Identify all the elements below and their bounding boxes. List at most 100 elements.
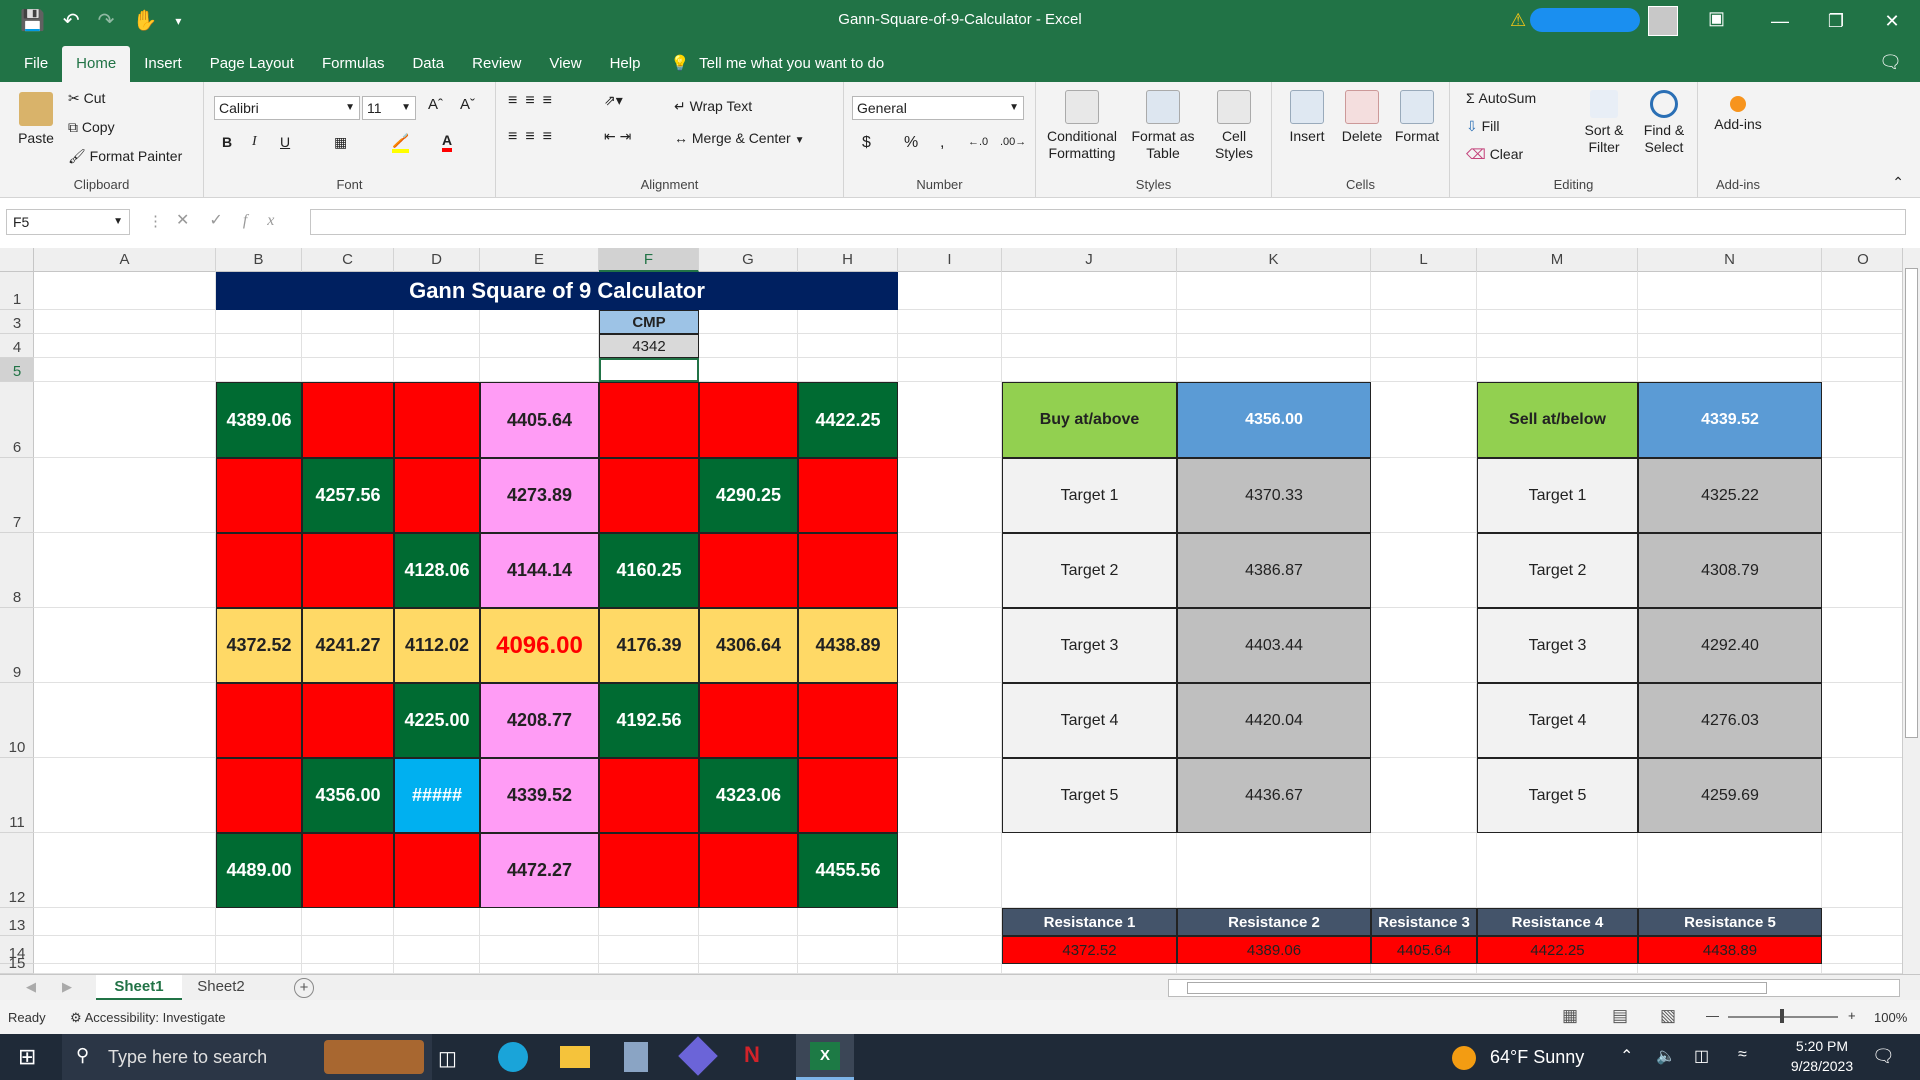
buy-target-label[interactable]: Target 4	[1002, 683, 1177, 758]
name-box[interactable]: F5 ▼	[6, 209, 130, 235]
restore-button[interactable]: ❐	[1808, 0, 1864, 42]
buy-target-label[interactable]: Target 2	[1002, 533, 1177, 608]
page-layout-view-icon[interactable]: ▤	[1612, 1006, 1628, 1026]
buy-value[interactable]: 4356.00	[1177, 382, 1371, 458]
tab-review[interactable]: Review	[458, 46, 535, 82]
gann-cell[interactable]: 4290.25	[699, 458, 798, 533]
file-explorer-icon[interactable]	[560, 1046, 590, 1068]
gann-cell[interactable]: 4306.64	[699, 608, 798, 683]
minimize-button[interactable]: —	[1752, 0, 1808, 42]
cell-styles-button[interactable]: Cell Styles	[1206, 90, 1262, 162]
comma-icon[interactable]: ,	[940, 134, 944, 152]
scrollbar-thumb[interactable]	[1187, 982, 1767, 994]
format-cells-button[interactable]: Format	[1390, 90, 1444, 144]
addins-button[interactable]: Add-ins	[1708, 96, 1768, 132]
horizontal-scrollbar[interactable]	[1168, 979, 1900, 997]
gann-cell[interactable]	[599, 458, 699, 533]
tab-data[interactable]: Data	[398, 46, 458, 82]
notifications-icon[interactable]: 🗨	[1872, 1046, 1895, 1067]
row-header-1[interactable]: 1	[0, 272, 34, 310]
resistance-value[interactable]: 4389.06	[1177, 936, 1371, 964]
warning-icon[interactable]: ⚠	[1510, 10, 1526, 31]
buy-target-value[interactable]: 4420.04	[1177, 683, 1371, 758]
gann-cell[interactable]: 4422.25	[798, 382, 898, 458]
orientation-icon[interactable]: ⇗▾	[604, 92, 623, 109]
gann-cell[interactable]	[798, 458, 898, 533]
tab-help[interactable]: Help	[596, 46, 655, 82]
sell-target-label[interactable]: Target 1	[1477, 458, 1638, 533]
gann-cell[interactable]	[699, 382, 798, 458]
gann-cell[interactable]: 4176.39	[599, 608, 699, 683]
tell-me-box[interactable]: 💡 Tell me what you want to do	[654, 46, 884, 82]
buy-target-value[interactable]: 4436.67	[1177, 758, 1371, 833]
zoom-in-icon[interactable]: +	[1848, 1008, 1856, 1023]
clear-button[interactable]: ⌫ Clear	[1466, 146, 1523, 163]
delete-cells-button[interactable]: Delete	[1336, 90, 1388, 144]
autosum-button[interactable]: Σ AutoSum	[1466, 90, 1536, 106]
windows-start-icon[interactable]: ⊞	[18, 1044, 36, 1070]
column-header-h[interactable]: H	[798, 248, 898, 272]
font-name-select[interactable]: Calibri ▼	[214, 96, 360, 120]
row-header-7[interactable]: 7	[0, 458, 34, 533]
column-header-b[interactable]: B	[216, 248, 302, 272]
column-header-d[interactable]: D	[394, 248, 480, 272]
gann-cell[interactable]: 4405.64	[480, 382, 599, 458]
column-header-c[interactable]: C	[302, 248, 394, 272]
buy-target-label[interactable]: Target 3	[1002, 608, 1177, 683]
gann-cell[interactable]: 4273.89	[480, 458, 599, 533]
row-header-15[interactable]: 15	[0, 955, 34, 974]
gann-cell[interactable]: 4339.52	[480, 758, 599, 833]
indent-icons[interactable]: ⇤ ⇥	[604, 128, 631, 145]
tab-formulas[interactable]: Formulas	[308, 46, 399, 82]
row-header-6[interactable]: 6	[0, 382, 34, 458]
cancel-icon[interactable]: ✕	[176, 212, 209, 229]
increase-decimal-icon[interactable]: ←.0	[968, 136, 988, 148]
buy-target-label[interactable]: Target 5	[1002, 758, 1177, 833]
fill-button[interactable]: ⇩ Fill	[1466, 118, 1500, 135]
gann-cell[interactable]	[599, 833, 699, 908]
font-size-select[interactable]: 11 ▼	[362, 96, 416, 120]
gann-cell[interactable]: #####	[394, 758, 480, 833]
gann-cell[interactable]	[302, 533, 394, 608]
row-header-13[interactable]: 13	[0, 908, 34, 936]
normal-view-icon[interactable]: ▦	[1562, 1006, 1578, 1026]
sell-target-value[interactable]: 4259.69	[1638, 758, 1822, 833]
gann-cell[interactable]: 4356.00	[302, 758, 394, 833]
volume-icon[interactable]: 🔈	[1656, 1046, 1676, 1066]
increase-font-icon[interactable]: Aˆ	[428, 96, 443, 113]
gann-cell[interactable]: 4389.06	[216, 382, 302, 458]
wifi-icon[interactable]: ≈	[1738, 1046, 1747, 1064]
gann-cell[interactable]	[798, 758, 898, 833]
gann-cell[interactable]	[798, 533, 898, 608]
vertical-scrollbar[interactable]	[1902, 248, 1920, 974]
gann-cell[interactable]	[216, 533, 302, 608]
gann-cell[interactable]: 4128.06	[394, 533, 480, 608]
resistance-label[interactable]: Resistance 2	[1177, 908, 1371, 936]
clock-date[interactable]: 9/28/2023	[1776, 1058, 1868, 1074]
tab-file[interactable]: File	[0, 46, 62, 82]
borders-icon[interactable]: ▦	[334, 134, 347, 151]
column-header-j[interactable]: J	[1002, 248, 1177, 272]
gann-cell[interactable]	[302, 833, 394, 908]
tab-view[interactable]: View	[535, 46, 595, 82]
avatar[interactable]	[1648, 6, 1678, 36]
copy-button[interactable]: ⧉ Copy	[68, 119, 115, 136]
enter-icon[interactable]: ✓	[209, 212, 242, 229]
column-header-e[interactable]: E	[480, 248, 599, 272]
row-header-8[interactable]: 8	[0, 533, 34, 608]
sort-filter-button[interactable]: Sort & Filter	[1576, 90, 1632, 156]
sell-target-value[interactable]: 4308.79	[1638, 533, 1822, 608]
sheet-title[interactable]: Gann Square of 9 Calculator	[216, 272, 898, 310]
gann-cell[interactable]	[699, 683, 798, 758]
gann-cell[interactable]	[216, 458, 302, 533]
scrollbar-thumb[interactable]	[1905, 268, 1918, 738]
row-header-5[interactable]: 5	[0, 358, 34, 382]
gann-cell[interactable]: 4372.52	[216, 608, 302, 683]
formula-input[interactable]	[310, 209, 1906, 235]
clock-time[interactable]: 5:20 PM	[1782, 1038, 1862, 1054]
gann-cell[interactable]: 4096.00	[480, 608, 599, 683]
tab-page-layout[interactable]: Page Layout	[196, 46, 308, 82]
gann-cell[interactable]	[599, 382, 699, 458]
sheet-tab-sheet2[interactable]: Sheet2	[186, 975, 256, 1001]
gann-cell[interactable]: 4257.56	[302, 458, 394, 533]
